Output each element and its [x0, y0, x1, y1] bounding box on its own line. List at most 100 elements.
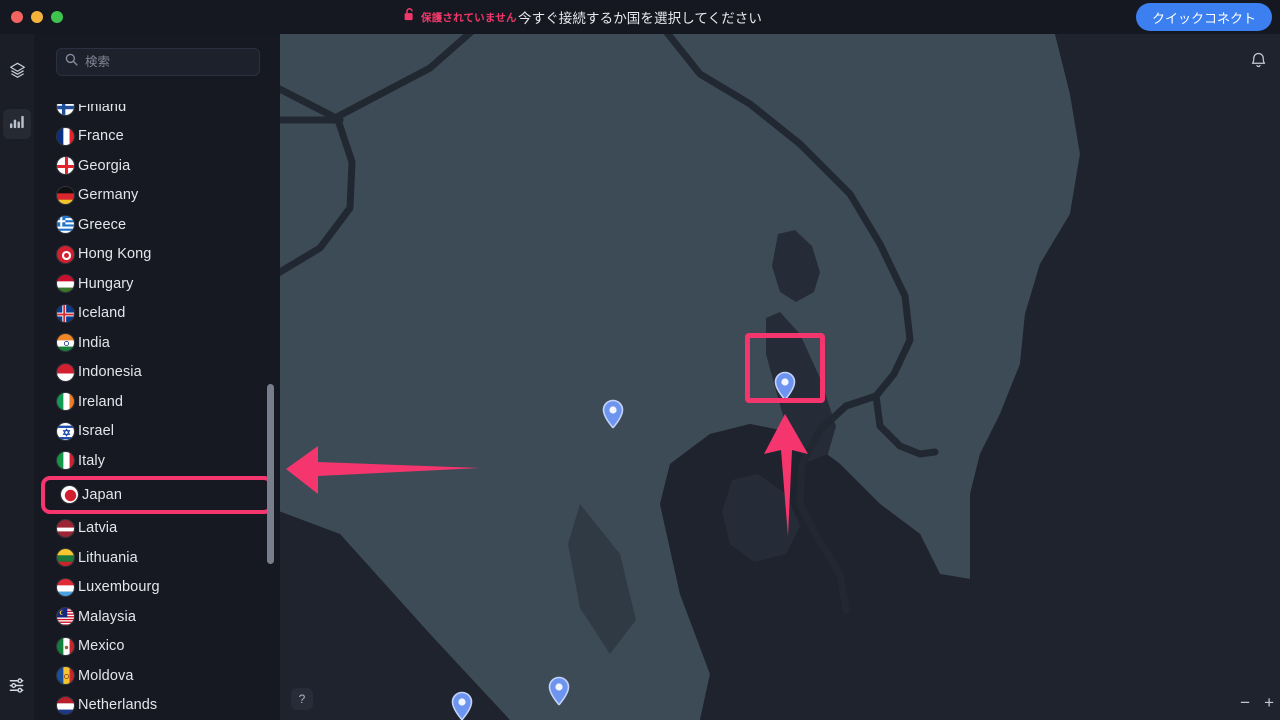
flag-icon-jp	[60, 485, 79, 504]
maximize-window-button[interactable]	[51, 11, 63, 23]
title-bar: 保護されていません 今すぐ接続するか国を選択してください クイックコネクト	[0, 0, 1280, 34]
map-zoom-controls: − +	[1240, 694, 1274, 711]
minimize-window-button[interactable]	[31, 11, 43, 23]
country-row-selected[interactable]: Japan	[41, 475, 273, 514]
search-icon	[65, 53, 85, 71]
country-row[interactable]: Netherlands	[34, 691, 280, 720]
country-sidebar: Finland France Georgia Germany Greece Hong Ko…	[34, 34, 280, 720]
country-list-scrollbar-thumb[interactable]	[267, 384, 274, 564]
country-row[interactable]: Hungary	[34, 269, 280, 299]
flag-icon-fi	[56, 104, 75, 117]
country-name: Latvia	[78, 520, 118, 537]
titlebar-message-text: 今すぐ接続するか国を選択してください	[518, 11, 762, 26]
country-row[interactable]: India	[34, 328, 280, 358]
close-window-button[interactable]	[11, 11, 23, 23]
left-icon-rail	[0, 34, 34, 720]
flag-icon-is	[56, 303, 75, 323]
zoom-in-button[interactable]: +	[1264, 694, 1274, 711]
country-row[interactable]: Finland	[34, 104, 280, 122]
country-name: Hong Kong	[78, 246, 152, 263]
country-row[interactable]: Indonesia	[34, 358, 280, 388]
flag-icon-lv	[56, 518, 75, 538]
protection-status-text: 保護されていません	[421, 11, 517, 24]
flag-icon-id	[56, 362, 75, 382]
country-name: Malaysia	[78, 608, 137, 625]
stats-bar-chart-icon	[9, 113, 26, 135]
country-name: Greece	[78, 216, 127, 233]
flag-icon-hu	[56, 274, 75, 294]
country-row[interactable]: Latvia	[34, 514, 280, 544]
vpn-app-window: 保護されていません 今すぐ接続するか国を選択してください クイックコネクト 検索…	[0, 0, 1280, 720]
country-name: Japan	[82, 486, 123, 503]
country-row[interactable]: Germany	[34, 181, 280, 211]
rail-item-settings[interactable]	[0, 666, 34, 710]
window-controls	[0, 11, 63, 23]
search-input[interactable]	[85, 55, 251, 69]
notifications-button[interactable]	[1244, 48, 1272, 76]
country-name: France	[78, 128, 124, 145]
flag-icon-il	[56, 421, 75, 441]
search-area	[34, 34, 280, 76]
country-row[interactable]: Luxembourg	[34, 573, 280, 603]
country-row[interactable]: Greece	[34, 210, 280, 240]
country-row[interactable]: Ireland	[34, 387, 280, 417]
country-row[interactable]: Hong Kong	[34, 240, 280, 270]
country-name: Moldova	[78, 667, 134, 684]
map-pin-philippines[interactable]	[449, 690, 475, 720]
flag-icon-fr	[56, 126, 75, 146]
country-name: Indonesia	[78, 364, 142, 381]
world-map[interactable]: ? − +	[280, 34, 1280, 720]
country-name: Italy	[78, 452, 106, 469]
map-pin-korea[interactable]	[600, 398, 626, 432]
country-row[interactable]: Italy	[34, 446, 280, 476]
country-name: Germany	[78, 187, 139, 204]
flag-icon-it	[56, 451, 75, 471]
country-name: Lithuania	[78, 549, 138, 566]
country-name: Hungary	[78, 275, 134, 292]
country-row[interactable]: Georgia	[34, 151, 280, 181]
flag-icon-nl	[56, 695, 75, 715]
country-name: Ireland	[78, 393, 124, 410]
flag-icon-hk	[56, 244, 75, 264]
country-name: Luxembourg	[78, 579, 160, 596]
rail-item-layers[interactable]	[0, 51, 34, 95]
flag-icon-ge	[56, 156, 75, 176]
map-pin-japan-selected[interactable]	[772, 370, 798, 404]
zoom-out-button[interactable]: −	[1240, 694, 1250, 711]
flag-icon-my	[56, 607, 75, 627]
country-name: India	[78, 334, 110, 351]
map-help-button[interactable]: ?	[291, 688, 313, 710]
quick-connect-button[interactable]: クイックコネクト	[1135, 3, 1272, 31]
country-row[interactable]: Mexico	[34, 632, 280, 662]
flag-icon-de	[56, 185, 75, 205]
country-row[interactable]: France	[34, 122, 280, 152]
country-row[interactable]: Lithuania	[34, 543, 280, 573]
titlebar-message: 今すぐ接続するか国を選択してください	[0, 0, 1280, 34]
country-name: Israel	[78, 423, 115, 440]
rail-item-statistics[interactable]	[3, 109, 31, 139]
layers-icon	[8, 61, 27, 85]
country-name: Netherlands	[78, 697, 158, 714]
flag-icon-in	[56, 333, 75, 353]
flag-icon-gr	[56, 215, 75, 235]
map-pin-taiwan[interactable]	[546, 675, 572, 709]
protection-status: 保護されていません	[404, 0, 517, 34]
country-row[interactable]: Israel	[34, 417, 280, 447]
country-row[interactable]: Malaysia	[34, 602, 280, 632]
country-row[interactable]: Moldova	[34, 661, 280, 691]
flag-icon-lu	[56, 577, 75, 597]
flag-icon-md	[56, 666, 75, 686]
country-list[interactable]: Finland France Georgia Germany Greece Hong Ko…	[34, 104, 280, 720]
search-box[interactable]	[56, 48, 260, 76]
country-row[interactable]: Iceland	[34, 299, 280, 329]
country-name: Mexico	[78, 638, 125, 655]
bell-icon	[1250, 51, 1267, 74]
unlocked-padlock-icon	[404, 8, 415, 26]
flag-icon-lt	[56, 548, 75, 568]
country-name: Finland	[78, 104, 127, 115]
country-name: Georgia	[78, 157, 131, 174]
country-list-scrollbar-track[interactable]	[267, 104, 274, 720]
flag-icon-ie	[56, 392, 75, 412]
flag-icon-mx	[56, 636, 75, 656]
settings-sliders-icon	[8, 676, 27, 700]
